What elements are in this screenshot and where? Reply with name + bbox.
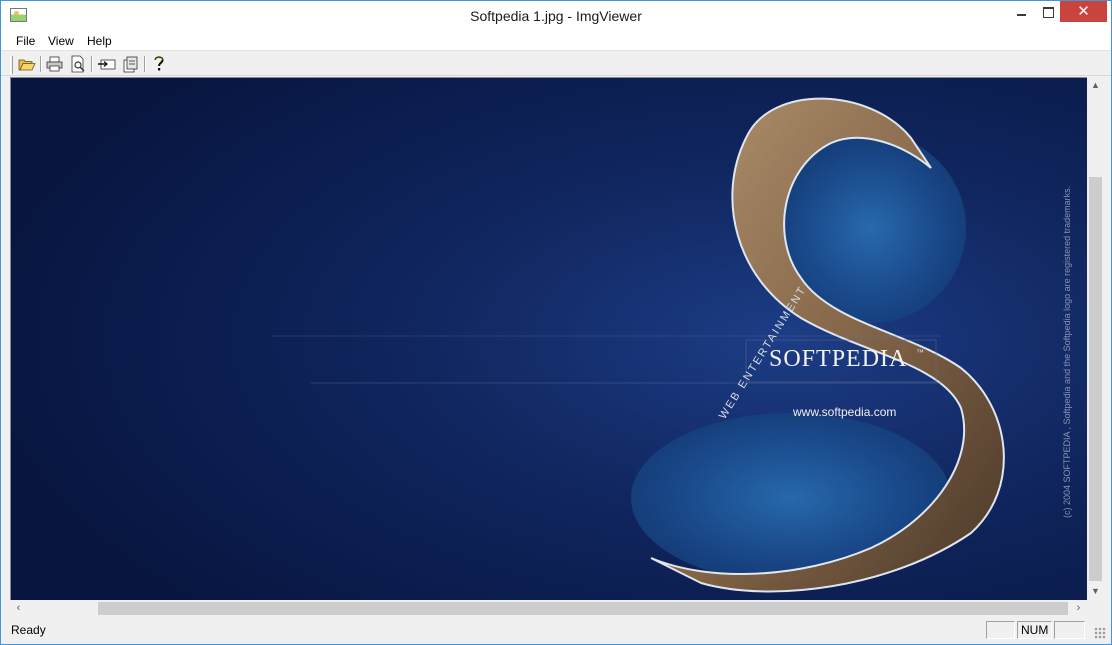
print-icon xyxy=(46,56,63,72)
resize-grip[interactable] xyxy=(1094,627,1106,639)
window-title: Softpedia 1.jpg - ImgViewer xyxy=(470,8,642,24)
horizontal-scroll-thumb[interactable] xyxy=(98,602,1068,615)
scroll-indicator xyxy=(1054,621,1085,639)
status-bar: Ready NUM xyxy=(1,619,1111,644)
menu-file[interactable]: File xyxy=(16,34,35,48)
image-view[interactable]: SOFTPEDIA ™ www.softpedia.com WEB ENTERT… xyxy=(10,77,1087,600)
num-indicator: NUM xyxy=(1017,621,1052,639)
vertical-scroll-thumb[interactable] xyxy=(1089,177,1102,581)
app-window: Softpedia 1.jpg - ImgViewer ✕ File View … xyxy=(0,0,1112,645)
toolbar-grip[interactable] xyxy=(10,56,13,74)
help-button[interactable] xyxy=(149,55,169,73)
menu-help[interactable]: Help xyxy=(87,34,112,48)
image-url-text: www.softpedia.com xyxy=(793,405,897,419)
toolbar-separator xyxy=(91,56,93,72)
caps-indicator xyxy=(986,621,1015,639)
menu-view[interactable]: View xyxy=(48,34,74,48)
toolbar-separator xyxy=(40,56,42,72)
softpedia-logo-text: SOFTPEDIA xyxy=(769,346,908,372)
trademark-mark: ™ xyxy=(916,348,924,357)
open-button[interactable] xyxy=(17,55,37,73)
print-preview-button[interactable] xyxy=(68,55,88,73)
help-icon xyxy=(154,56,164,71)
print-button[interactable] xyxy=(45,55,65,73)
scroll-down-button[interactable]: ▼ xyxy=(1087,583,1104,600)
scrollbar-corner xyxy=(1087,600,1104,617)
close-icon: ✕ xyxy=(1077,3,1090,20)
export-button[interactable] xyxy=(97,55,117,73)
properties-button[interactable] xyxy=(121,55,141,73)
toolbar-separator xyxy=(144,56,146,72)
status-text: Ready xyxy=(11,623,46,637)
vertical-scrollbar[interactable]: ▲ ▼ xyxy=(1087,77,1104,600)
title-bar[interactable]: Softpedia 1.jpg - ImgViewer ✕ xyxy=(1,1,1111,31)
close-button[interactable]: ✕ xyxy=(1060,1,1107,22)
image-canvas xyxy=(11,78,1087,600)
properties-icon xyxy=(123,56,138,73)
print-preview-icon xyxy=(71,55,85,73)
image-copyright: (c) 2004 SOFTPEDIA , Softpedia and the S… xyxy=(1062,185,1072,518)
toolbar xyxy=(1,52,1111,76)
open-icon xyxy=(18,59,36,71)
menu-bar: File View Help xyxy=(1,31,1111,51)
horizontal-scrollbar[interactable]: ‹ › xyxy=(10,600,1087,617)
export-icon xyxy=(98,59,116,70)
scroll-up-button[interactable]: ▲ xyxy=(1087,77,1104,94)
scroll-left-button[interactable]: ‹ xyxy=(10,600,27,617)
scroll-right-button[interactable]: › xyxy=(1070,600,1087,617)
